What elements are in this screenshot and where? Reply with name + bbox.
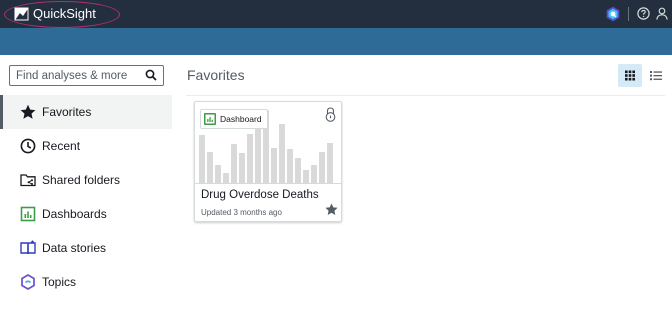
sidebar-item-shared-folders[interactable]: Shared folders — [0, 163, 172, 197]
sidebar-item-label: Dashboards — [42, 207, 107, 221]
grid-view-button[interactable] — [618, 64, 642, 87]
book-icon — [20, 240, 36, 255]
shared-folder-icon — [20, 174, 36, 187]
card-title[interactable]: Drug Overdose Deaths — [201, 189, 319, 201]
search-icon[interactable] — [145, 69, 157, 81]
dashboard-icon — [20, 206, 36, 222]
topbar-divider — [628, 7, 629, 21]
sidebar-item-label: Recent — [42, 139, 81, 153]
search-box — [9, 65, 164, 86]
card-divider — [195, 183, 341, 184]
dashboard-icon — [204, 113, 216, 125]
quicksight-logo-icon[interactable] — [14, 7, 29, 21]
lock-icon — [325, 107, 336, 122]
sidebar-item-label: Data stories — [42, 241, 107, 255]
sidebar-item-topics[interactable]: Topics — [0, 265, 172, 299]
list-view-button[interactable] — [646, 64, 666, 87]
sidebar-item-label: Topics — [42, 275, 77, 289]
sidebar-item-recent[interactable]: Recent — [0, 129, 172, 163]
sidebar-item-favorites[interactable]: Favorites — [0, 95, 172, 129]
user-icon[interactable] — [656, 7, 668, 20]
card-updated-text: Updated 3 months ago — [201, 208, 282, 217]
dashboard-badge: Dashboard — [200, 109, 268, 129]
grid-view-icon — [625, 70, 635, 81]
sidebar-item-data-stories[interactable]: Data stories — [0, 231, 172, 265]
main-content: Favorites Dashboard Drug Overdose Deaths… — [175, 55, 672, 324]
sidebar-item-label: Favorites — [42, 105, 92, 119]
star-icon — [20, 104, 36, 119]
search-input[interactable] — [10, 66, 145, 85]
badge-label: Dashboard — [220, 114, 262, 124]
sidebar-item-label: Shared folders — [42, 173, 121, 187]
title-divider — [186, 95, 665, 96]
dashboard-card[interactable]: Dashboard Drug Overdose Deaths Updated 3… — [194, 101, 342, 222]
clock-icon — [20, 138, 36, 154]
page-title: Favorites — [187, 67, 245, 83]
list-view-icon — [650, 71, 662, 81]
amazon-q-icon[interactable] — [605, 6, 621, 22]
topics-icon — [21, 274, 35, 290]
app-title[interactable]: QuickSight — [33, 6, 96, 21]
favorite-star-icon[interactable] — [325, 203, 338, 216]
sidebar-item-dashboards[interactable]: Dashboards — [0, 197, 172, 231]
sidebar: Favorites Recent Shared folders Dashboar… — [0, 55, 175, 324]
help-icon[interactable] — [637, 7, 650, 20]
top-navigation-bar: QuickSight — [0, 0, 672, 28]
card-thumbnail: Dashboard — [195, 102, 341, 183]
header-banner — [0, 28, 672, 55]
